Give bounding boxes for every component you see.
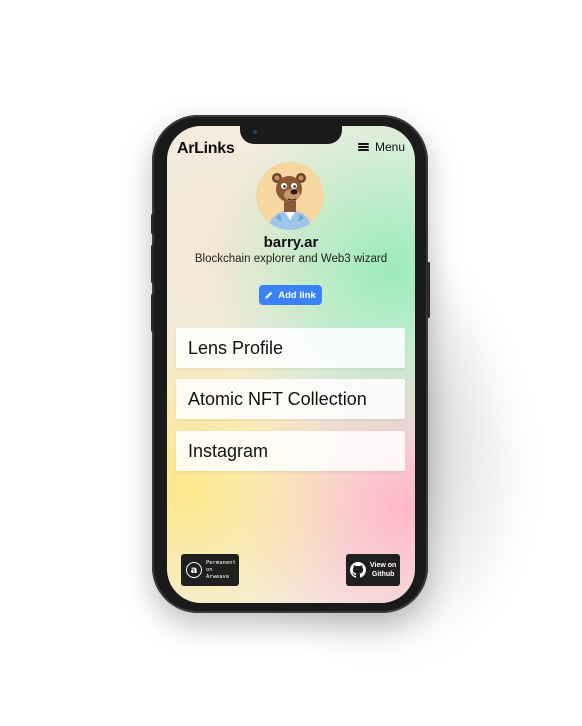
bio-text: Blockchain explorer and Web3 wizard (194, 253, 388, 265)
permanent-on-arweave-badge[interactable]: a Permanent on Arweave (181, 554, 239, 586)
github-badge-text: View on Github (370, 562, 397, 578)
power-button (427, 262, 430, 318)
link-label: Instagram (188, 440, 269, 461)
link-card-atomic-nft-collection[interactable]: Atomic NFT Collection (176, 379, 405, 419)
silent-switch (151, 294, 154, 332)
link-card-instagram[interactable]: Instagram (176, 431, 405, 471)
menu-button[interactable]: Menu (358, 140, 405, 154)
username: barry.ar (263, 234, 319, 251)
menu-label: Menu (375, 140, 406, 154)
phone-notch (240, 124, 342, 144)
link-card-lens-profile[interactable]: Lens Profile (176, 328, 405, 368)
pencil-icon (265, 291, 273, 299)
bear-avatar-icon (256, 162, 324, 230)
arweave-icon: a (186, 562, 202, 578)
hamburger-icon (358, 143, 369, 151)
link-label: Lens Profile (188, 337, 284, 358)
brand-logo[interactable]: ArLinks (177, 140, 235, 158)
view-on-github-badge[interactable]: View on Github (346, 554, 400, 586)
add-link-label: Add link (278, 289, 316, 301)
arweave-badge-text: Permanent on Arweave (205, 559, 236, 580)
volume-up-button (151, 214, 154, 234)
camera-icon (253, 130, 257, 134)
add-link-button[interactable]: Add link (259, 285, 322, 305)
link-label: Atomic NFT Collection (188, 388, 367, 409)
github-icon (350, 562, 366, 578)
